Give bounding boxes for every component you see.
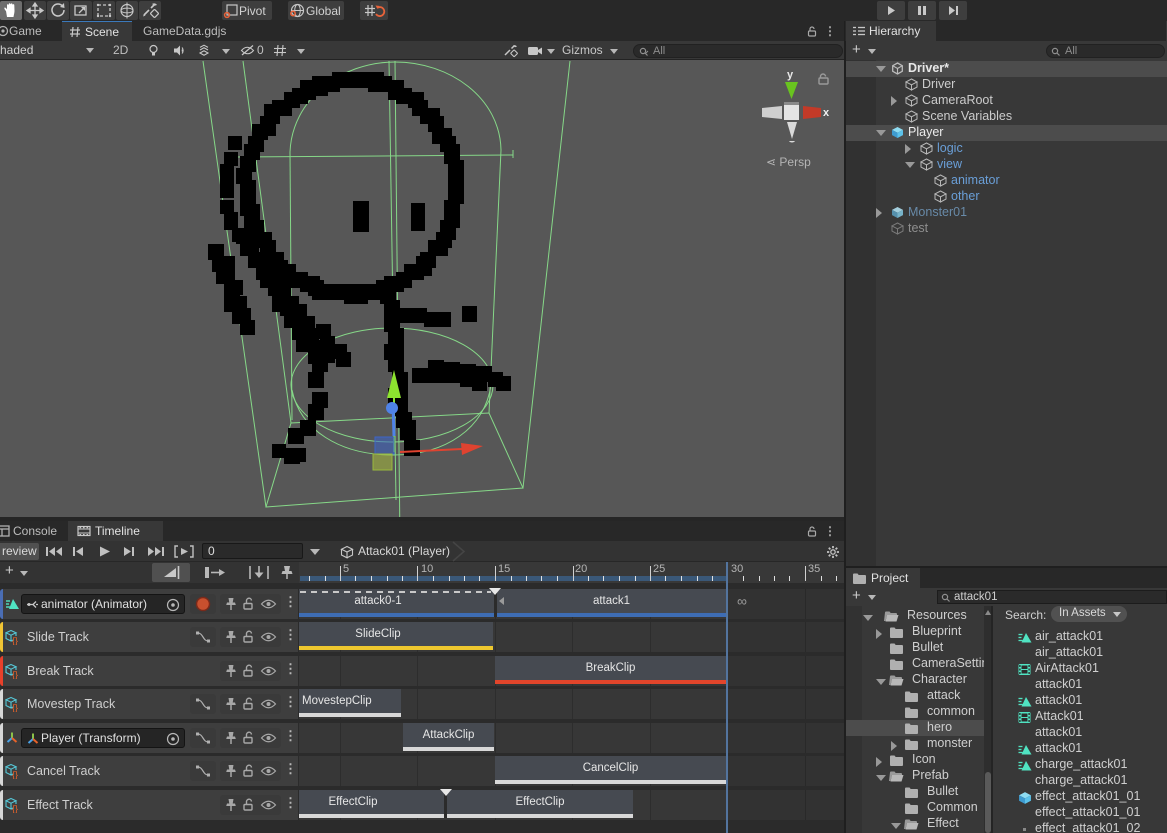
svg-text:{}: {} xyxy=(12,636,18,646)
svg-text:⋖ Persp: ⋖ Persp xyxy=(766,155,811,169)
svg-text:{}: {} xyxy=(12,670,18,680)
svg-text:{}: {} xyxy=(12,703,18,713)
svg-text:{}: {} xyxy=(12,804,18,814)
svg-text:{}: {} xyxy=(12,770,18,780)
svg-text:y: y xyxy=(787,69,794,81)
svg-text:x: x xyxy=(823,107,830,119)
